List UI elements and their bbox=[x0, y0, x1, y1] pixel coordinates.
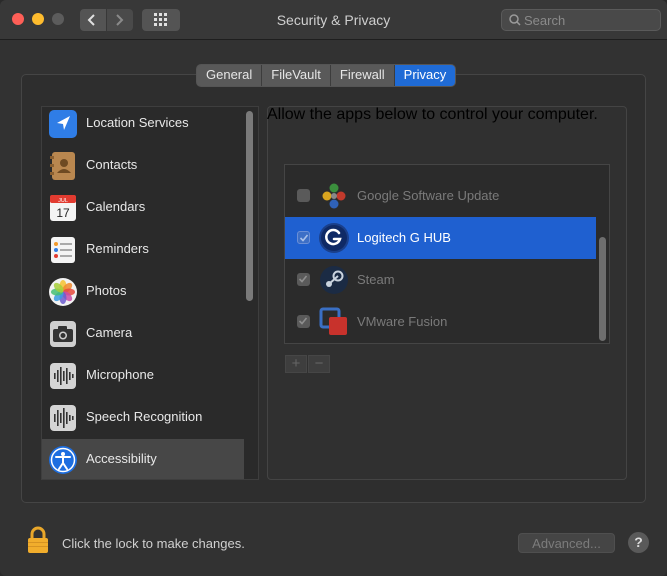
app-name: VMware Fusion bbox=[357, 314, 448, 329]
checkmark-icon bbox=[299, 234, 309, 242]
title-bar: Security & Privacy bbox=[0, 0, 667, 40]
app-list-scrollbar[interactable] bbox=[599, 237, 606, 341]
sidebar-item-label: Location Services bbox=[86, 115, 189, 130]
app-name: Logitech G HUB bbox=[357, 230, 451, 245]
sidebar-item-accessibility[interactable]: Accessibility bbox=[42, 439, 244, 479]
list-item-google-software-update[interactable]: Google Software Update bbox=[285, 175, 596, 217]
apps-description: Allow the apps below to control your com… bbox=[267, 106, 598, 123]
sidebar-item-photos[interactable]: Photos bbox=[42, 271, 244, 313]
checkmark-icon bbox=[298, 317, 308, 325]
sidebar-item-label: Microphone bbox=[86, 367, 154, 382]
tab-firewall[interactable]: Firewall bbox=[331, 65, 395, 86]
sidebar-item-microphone[interactable]: Microphone bbox=[42, 355, 244, 397]
app-name: Google Software Update bbox=[357, 188, 500, 203]
checkmark-icon bbox=[298, 275, 308, 283]
photos-flower-icon bbox=[49, 278, 77, 306]
help-button[interactable]: ? bbox=[628, 532, 649, 553]
sidebar-item-calendars[interactable]: JUL 17 Calendars bbox=[42, 187, 244, 229]
tab-bar: General FileVault Firewall Privacy bbox=[196, 64, 457, 87]
microphone-waveform-icon bbox=[50, 363, 76, 389]
sidebar-item-camera[interactable]: Camera bbox=[42, 313, 244, 355]
sidebar-item-label: Accessibility bbox=[86, 451, 157, 466]
lock-hint-text: Click the lock to make changes. bbox=[62, 536, 245, 551]
speech-waveform-icon bbox=[50, 405, 76, 431]
app-checkbox[interactable] bbox=[297, 231, 310, 244]
app-checkbox[interactable] bbox=[297, 189, 310, 202]
logitech-g-hub-icon bbox=[319, 223, 349, 253]
sidebar-item-label: Camera bbox=[86, 325, 133, 340]
list-item-vmware-fusion[interactable]: VMware Fusion bbox=[285, 301, 596, 343]
add-app-button[interactable]: + bbox=[285, 355, 307, 373]
calendar-month: JUL bbox=[58, 198, 68, 204]
tab-filevault[interactable]: FileVault bbox=[262, 65, 331, 86]
security-privacy-window: Security & Privacy General FileVault Fir… bbox=[0, 0, 667, 576]
calendar-icon: JUL 17 bbox=[50, 195, 76, 221]
reminders-list-icon bbox=[51, 237, 75, 263]
app-list[interactable]: Google Software Update Logitech G HUB St… bbox=[284, 164, 610, 344]
sidebar-item-label: Speech Recognition bbox=[86, 409, 203, 424]
vmware-fusion-icon bbox=[319, 307, 347, 335]
location-arrow-icon bbox=[49, 110, 77, 138]
steam-icon bbox=[320, 266, 348, 294]
sidebar-item-reminders[interactable]: Reminders bbox=[42, 229, 244, 271]
app-name: Steam bbox=[357, 272, 395, 287]
remove-app-button[interactable]: − bbox=[308, 355, 330, 373]
contacts-book-icon bbox=[50, 152, 75, 180]
app-checkbox[interactable] bbox=[297, 273, 310, 286]
app-checkbox[interactable] bbox=[297, 315, 310, 328]
sidebar-item-label: Photos bbox=[86, 283, 127, 298]
search-icon bbox=[509, 14, 521, 26]
sidebar-item-label: Calendars bbox=[86, 199, 146, 214]
search-field[interactable] bbox=[501, 9, 661, 31]
calendar-day: 17 bbox=[56, 206, 70, 220]
privacy-category-list[interactable]: Location Services Contacts JUL 17 Calend… bbox=[41, 106, 259, 480]
sidebar-item-speech-recognition[interactable]: Speech Recognition bbox=[42, 397, 244, 439]
tab-privacy[interactable]: Privacy bbox=[394, 65, 456, 86]
sidebar-item-location-services[interactable]: Location Services bbox=[42, 107, 244, 145]
accessibility-person-icon bbox=[49, 446, 77, 474]
list-item-logitech-g-hub[interactable]: Logitech G HUB bbox=[285, 217, 596, 259]
sidebar-item-contacts[interactable]: Contacts bbox=[42, 145, 244, 187]
sidebar-scrollbar[interactable] bbox=[246, 111, 253, 301]
search-input[interactable] bbox=[524, 11, 654, 29]
advanced-button[interactable]: Advanced... bbox=[518, 533, 615, 553]
tab-general[interactable]: General bbox=[197, 65, 263, 86]
list-item-steam[interactable]: Steam bbox=[285, 259, 596, 301]
lock-icon[interactable] bbox=[26, 526, 50, 554]
google-software-update-icon bbox=[322, 183, 346, 209]
sidebar-item-label: Contacts bbox=[86, 157, 138, 172]
sidebar-item-label: Reminders bbox=[86, 241, 149, 256]
camera-icon bbox=[50, 321, 76, 347]
